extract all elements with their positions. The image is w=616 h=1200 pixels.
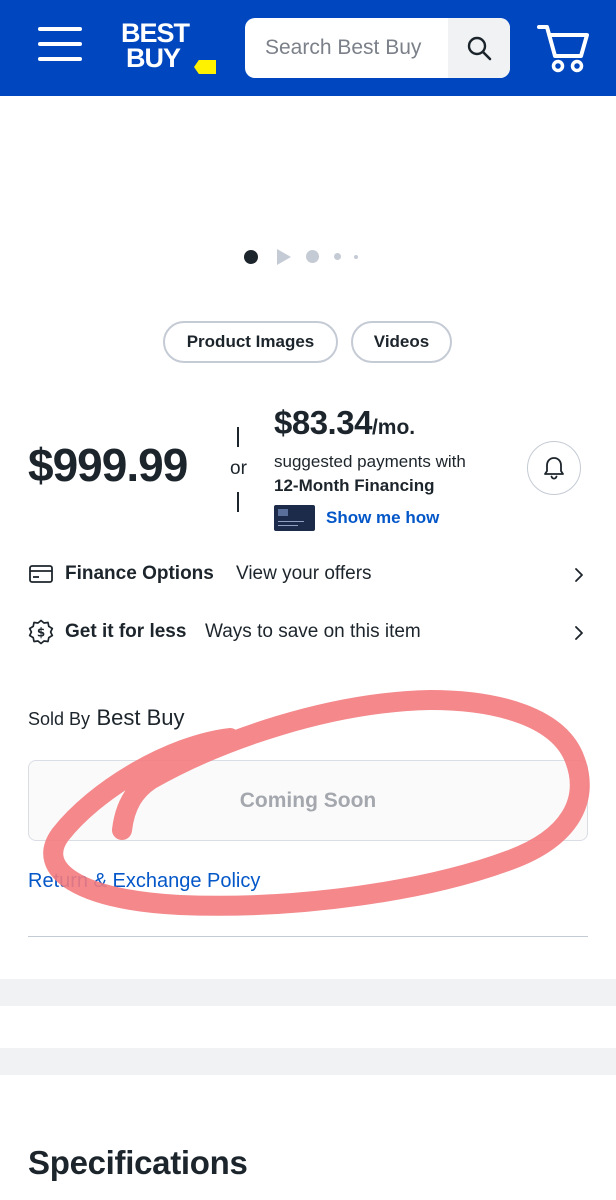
carousel-dot[interactable] xyxy=(354,255,358,259)
suggested-payments-text: suggested payments with xyxy=(274,452,466,471)
menu-icon[interactable] xyxy=(38,27,82,63)
play-video-icon[interactable] xyxy=(276,248,292,266)
specifications-heading[interactable]: Specifications xyxy=(28,1144,248,1182)
credit-card-image xyxy=(274,505,315,531)
search-icon xyxy=(467,36,492,61)
section-separator xyxy=(0,979,616,1006)
product-price: $999.99 xyxy=(28,439,188,491)
get-it-for-less-subtitle: Ways to save on this item xyxy=(205,621,421,642)
carousel-indicators xyxy=(244,248,364,266)
seller-name: Best Buy xyxy=(96,705,185,730)
logo-text-line2: BUY xyxy=(126,43,181,73)
best-buy-logo[interactable]: BEST BUY xyxy=(118,18,218,78)
price-separator xyxy=(237,492,239,512)
carousel-dot[interactable] xyxy=(334,253,341,260)
price-separator xyxy=(237,427,239,447)
menu-line xyxy=(38,57,82,61)
bell-icon xyxy=(544,457,564,480)
credit-card-icon xyxy=(29,565,53,583)
search-button[interactable] xyxy=(448,18,510,78)
search-input[interactable] xyxy=(245,18,450,78)
chevron-right-icon xyxy=(575,568,583,582)
finance-options-row[interactable]: Finance Options View your offers xyxy=(28,558,588,592)
svg-text:$: $ xyxy=(37,626,45,640)
carousel-dot-active[interactable] xyxy=(244,250,258,264)
divider xyxy=(28,936,588,937)
menu-line xyxy=(38,27,82,31)
return-exchange-policy-link[interactable]: Return & Exchange Policy xyxy=(28,870,260,893)
card-text-line xyxy=(278,521,304,522)
logo-tag-icon xyxy=(194,60,216,74)
sold-by: Sold By Best Buy xyxy=(28,705,185,731)
site-header: BEST BUY xyxy=(0,0,616,96)
notify-button[interactable] xyxy=(527,441,581,495)
get-it-for-less-title: Get it for less xyxy=(65,621,187,642)
annotation-circle xyxy=(43,690,590,916)
finance-options-subtitle: View your offers xyxy=(236,563,372,584)
cart-icon xyxy=(537,25,589,73)
cart-button[interactable] xyxy=(535,22,591,74)
monthly-amount: $83.34 xyxy=(274,404,372,441)
or-label: or xyxy=(230,458,247,479)
financing-term: 12-Month Financing xyxy=(274,476,435,495)
coming-soon-button[interactable]: Coming Soon xyxy=(28,760,588,841)
monthly-unit: /mo. xyxy=(371,416,416,439)
get-it-for-less-row[interactable]: $ Get it for less Ways to save on this i… xyxy=(28,616,588,650)
finance-options-title: Finance Options xyxy=(65,563,214,584)
chevron-right-icon xyxy=(575,626,583,640)
sold-by-label: Sold By xyxy=(28,709,91,729)
section-separator xyxy=(0,1048,616,1075)
monthly-payment: $83.34/mo. xyxy=(274,404,415,442)
videos-button[interactable]: Videos xyxy=(351,321,452,363)
card-text-line xyxy=(278,525,298,526)
show-me-how-link[interactable]: Show me how xyxy=(326,508,439,528)
savings-badge-icon: $ xyxy=(28,619,54,645)
product-images-button[interactable]: Product Images xyxy=(163,321,338,363)
carousel-dot[interactable] xyxy=(306,250,319,263)
card-logo xyxy=(278,509,288,516)
search-bar xyxy=(245,18,510,78)
menu-line xyxy=(38,42,82,46)
